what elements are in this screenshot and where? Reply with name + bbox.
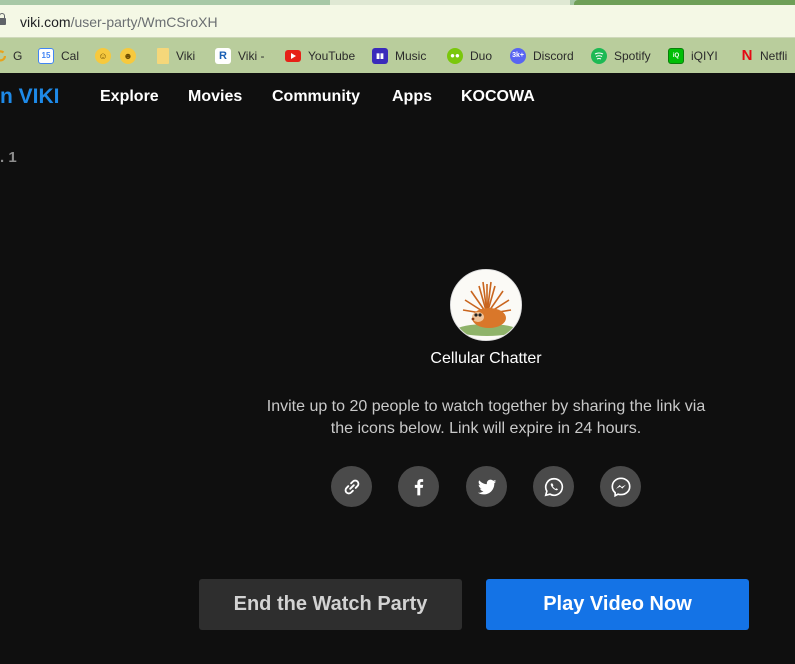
share-link-button[interactable] (331, 466, 372, 507)
bookmark-yum[interactable]: ☻ (120, 38, 143, 73)
end-watch-party-button[interactable]: End the Watch Party (199, 579, 462, 630)
yum-emoji-icon: ☻ (120, 47, 136, 64)
discord-icon: 3k+ (510, 47, 526, 64)
twitter-icon (477, 479, 496, 494)
folder-icon (157, 47, 169, 64)
bookmark-label: Duo (470, 48, 493, 63)
spotify-icon (591, 47, 607, 64)
invite-line: the icons below. Link will expire in 24 … (330, 420, 642, 437)
bookmark-label: Viki - (238, 48, 265, 63)
iqiyi-icon: iQ (668, 47, 684, 64)
bookmark-label: Netfli (760, 48, 788, 63)
url-path: /user-party/WmCSroXH (70, 14, 218, 30)
bookmark-viki-folder[interactable]: Viki (157, 38, 195, 73)
calendar-icon: 15 (38, 47, 54, 64)
nav-explore[interactable]: Explore (100, 88, 159, 106)
r-logo-icon: R (215, 47, 231, 64)
play-video-button[interactable]: Play Video Now (486, 579, 749, 630)
nav-movies[interactable]: Movies (188, 88, 242, 106)
share-twitter-button[interactable] (466, 466, 507, 507)
host-avatar (450, 269, 522, 341)
bookmark-spotify[interactable]: Spotify (591, 38, 651, 73)
bookmark-label: G (13, 48, 23, 63)
bookmark-label: Music (395, 48, 427, 63)
bookmark-g[interactable]: G (0, 38, 22, 73)
invite-line: Invite up to 20 people to watch together… (266, 398, 706, 415)
bookmark-youtube[interactable]: YouTube (285, 38, 355, 73)
nav-apps[interactable]: Apps (392, 88, 432, 106)
bookmark-label: YouTube (308, 48, 356, 63)
address-bar[interactable]: viki.com/user-party/WmCSroXH (0, 5, 795, 38)
bookmark-discord[interactable]: 3k+ Discord (510, 38, 574, 73)
bookmark-label: Cal (61, 48, 80, 63)
bookmark-viki-r[interactable]: R Viki - (215, 38, 264, 73)
bookmark-smiley[interactable]: ☺ (95, 38, 118, 73)
music-icon: ▮▮ (372, 47, 388, 64)
bookmark-label: iQIYI (691, 48, 718, 63)
messenger-icon (610, 476, 631, 497)
whatsapp-icon (544, 477, 563, 496)
facebook-icon (414, 478, 423, 495)
episode-number: . 1 (0, 149, 17, 166)
bookmark-netflix[interactable]: N Netfli (741, 38, 788, 73)
netflix-icon: N (741, 47, 753, 64)
nav-kocowa[interactable]: KOCOWA (461, 88, 535, 106)
url-host: viki.com (20, 14, 71, 30)
share-messenger-button[interactable] (600, 466, 641, 507)
invite-text: Invite up to 20 people to watch together… (236, 396, 736, 440)
site-header: n VIKI Explore Movies Community Apps KOC… (0, 73, 795, 121)
bookmarks-bar: G 15 Cal ☺ ☻ Viki R Viki - YouTube ▮▮ Music… (0, 38, 795, 73)
smiley-icon: ☺ (95, 47, 111, 64)
google-icon (0, 48, 6, 64)
bookmark-iqiyi[interactable]: iQ iQIYI (668, 38, 718, 73)
share-facebook-button[interactable] (398, 466, 439, 507)
duolingo-icon: ●● (447, 47, 463, 64)
lock-icon (0, 13, 7, 27)
nav-community[interactable]: Community (272, 88, 360, 106)
host-name: Cellular Chatter (430, 350, 542, 367)
bookmark-label: Viki (176, 48, 196, 63)
share-whatsapp-button[interactable] (533, 466, 574, 507)
viki-logo[interactable]: n VIKI (0, 85, 60, 109)
bookmark-music[interactable]: ▮▮ Music (372, 38, 426, 73)
bookmark-duo[interactable]: ●● Duo (447, 38, 492, 73)
youtube-icon (285, 49, 301, 62)
bookmark-label: Discord (533, 48, 574, 63)
bookmark-label: Spotify (614, 48, 651, 63)
link-icon (344, 479, 359, 494)
bookmark-cal[interactable]: 15 Cal (38, 38, 79, 73)
url-text[interactable]: viki.com/user-party/WmCSroXH (20, 14, 218, 30)
